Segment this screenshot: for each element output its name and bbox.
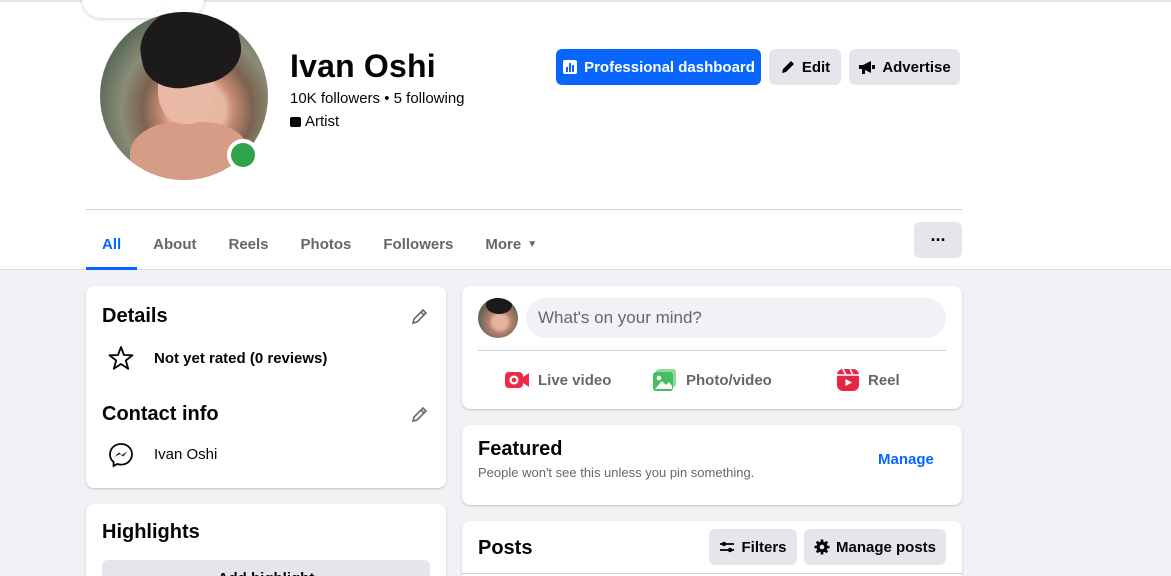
featured-card: Featured People won't see this unless yo…: [462, 425, 962, 505]
live-video-button[interactable]: Live video: [504, 364, 611, 396]
megaphone-icon: [859, 61, 876, 74]
profile-name: Ivan Oshi: [290, 48, 436, 84]
composer-divider: [478, 350, 946, 351]
contact-info-title: Contact info: [102, 403, 219, 425]
posts-divider: [462, 573, 962, 574]
filters-icon: [720, 541, 735, 553]
gear-icon: [814, 539, 830, 555]
pencil-icon: [781, 61, 794, 73]
edit-profile-button[interactable]: Edit: [769, 49, 841, 85]
briefcase-icon: [290, 116, 301, 127]
posts-title: Posts: [478, 537, 533, 559]
profile-tabs: All About Reels Photos Followers More ▼: [86, 218, 553, 270]
add-highlight-button[interactable]: Add highlight: [102, 560, 430, 576]
manage-posts-button[interactable]: Manage posts: [804, 529, 946, 565]
featured-title: Featured: [478, 438, 563, 460]
tab-followers[interactable]: Followers: [367, 218, 469, 270]
caret-down-icon: ▼: [527, 238, 538, 250]
messenger-contact[interactable]: Ivan Oshi: [154, 446, 217, 463]
filters-button[interactable]: Filters: [709, 529, 797, 565]
more-options-button[interactable]: ···: [914, 222, 962, 258]
followers-link[interactable]: 10K followers: [290, 90, 380, 107]
follow-separator: •: [380, 90, 394, 107]
rating-text: Not yet rated (0 reviews): [154, 350, 328, 367]
create-post-card: What's on your mind? Live video Photo/vi…: [462, 286, 962, 409]
reel-icon: [837, 368, 859, 391]
reel-button[interactable]: Reel: [836, 364, 900, 396]
tab-reels[interactable]: Reels: [213, 218, 285, 270]
professional-dashboard-button[interactable]: Professional dashboard: [556, 49, 761, 85]
composer-avatar[interactable]: [478, 298, 518, 338]
photo-icon: [653, 369, 676, 391]
tab-more[interactable]: More ▼: [469, 218, 553, 270]
messenger-icon: [109, 443, 133, 468]
tab-all[interactable]: All: [86, 218, 138, 270]
highlights-card: Highlights Add highlight: [86, 504, 446, 576]
featured-subtitle: People won't see this unless you pin som…: [478, 465, 755, 480]
tab-about[interactable]: About: [137, 218, 212, 270]
details-card: Details Not yet rated (0 reviews) Contac…: [86, 286, 446, 488]
details-title: Details: [102, 305, 168, 327]
category-label: Artist: [305, 113, 340, 130]
posts-card: Posts Filters Manage posts: [462, 521, 962, 576]
follow-stats: 10K followers • 5 following: [290, 90, 465, 107]
star-icon: [108, 346, 134, 370]
tab-photos[interactable]: Photos: [285, 218, 368, 270]
profile-category: Artist: [290, 113, 339, 130]
profile-header: Ivan Oshi 10K followers • 5 following Ar…: [0, 0, 1171, 270]
highlights-title: Highlights: [102, 521, 200, 543]
live-video-icon: [505, 372, 529, 388]
edit-contact-pencil-icon[interactable]: [410, 404, 430, 424]
photo-video-button[interactable]: Photo/video: [652, 364, 772, 396]
header-divider: [86, 209, 962, 210]
dashboard-icon: [563, 60, 578, 74]
edit-details-pencil-icon[interactable]: [410, 306, 430, 326]
online-status-indicator: [227, 139, 259, 171]
whats-on-your-mind-input[interactable]: What's on your mind?: [526, 298, 946, 338]
manage-featured-link[interactable]: Manage: [878, 451, 934, 468]
advertise-button[interactable]: Advertise: [849, 49, 960, 85]
following-link[interactable]: 5 following: [394, 90, 465, 107]
